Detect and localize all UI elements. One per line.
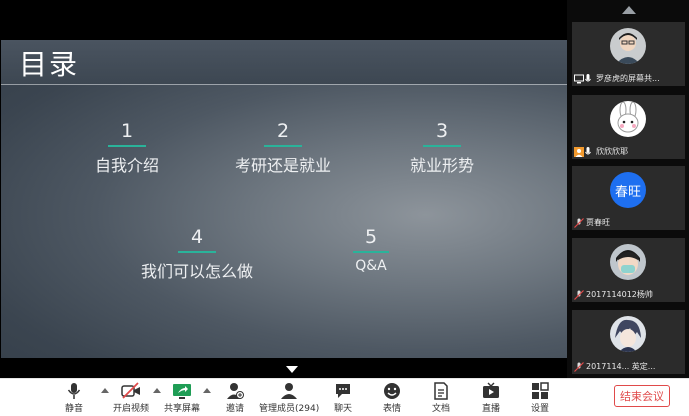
slide-header: 目录 — [1, 40, 567, 84]
add-user-icon — [227, 383, 244, 399]
microphone-icon — [585, 74, 591, 82]
toc-label: 考研还是就业 — [234, 156, 331, 175]
participant-name: 2017114012杨帅 — [586, 290, 653, 299]
toc-underline — [264, 145, 302, 147]
photo-avatar — [610, 28, 646, 64]
toc-label: Q&A — [355, 258, 387, 274]
participant-tile[interactable]: 春旺 贾春旺 — [572, 166, 685, 230]
live-stream-button[interactable]: 直播 — [478, 382, 504, 414]
mask-avatar — [610, 244, 646, 280]
share-screen-icon — [173, 384, 191, 399]
presentation-slide: 目录 1 自我介绍 2 考研还是就业 3 就业形势 4 我们可以怎么做 5 Q&… — [1, 40, 567, 358]
anime-avatar — [610, 316, 646, 352]
toc-number: 1 — [120, 120, 134, 142]
toc-item-3: 3 就业形势 — [406, 120, 478, 176]
slide-title: 目录 — [19, 48, 80, 81]
document-icon — [434, 382, 448, 400]
chat-button[interactable]: 聊天 — [330, 382, 356, 414]
share-options-caret[interactable] — [203, 388, 211, 393]
live-stream-icon — [483, 382, 499, 398]
shared-screen-area: 目录 1 自我介绍 2 考研还是就业 3 就业形势 4 我们可以怎么做 5 Q&… — [0, 0, 567, 378]
participant-tile[interactable]: 2017114012杨帅 — [572, 238, 685, 302]
toc-number: 4 — [190, 226, 204, 248]
participant-panel: 罗彦虎的屏幕共... 欣欣欣耶 春旺 贾春旺 2017114012杨帅 2017… — [567, 0, 689, 378]
video-options-caret[interactable] — [153, 388, 161, 393]
toc-number: 5 — [364, 226, 378, 248]
emoji-button[interactable]: 表情 — [379, 382, 405, 414]
meeting-toolbar: 静音 开启视频 共享屏幕 邀请 管理成员(294) 聊天 表情 文档 直播 设置… — [0, 378, 689, 416]
muted-microphone-icon — [574, 218, 584, 228]
settings-button[interactable]: 设置 — [527, 382, 553, 414]
microphone-icon — [67, 383, 81, 399]
end-meeting-button[interactable]: 结束会议 — [614, 385, 670, 407]
rabbit-avatar — [610, 101, 646, 137]
muted-microphone-icon — [574, 290, 584, 300]
toc-item-5: 5 Q&A — [347, 226, 395, 274]
toc-underline — [423, 145, 461, 147]
smiley-icon — [384, 383, 400, 399]
mute-options-caret[interactable] — [101, 388, 109, 393]
participant-tile[interactable]: 2017114... 英定... — [572, 310, 685, 374]
text-avatar: 春旺 — [610, 172, 646, 208]
video-off-icon — [121, 382, 140, 399]
share-screen-button[interactable]: 共享屏幕 — [163, 382, 201, 414]
mute-button[interactable]: 静音 — [60, 382, 88, 414]
members-icon — [281, 383, 297, 399]
toc-underline — [178, 251, 216, 253]
manage-members-button[interactable]: 管理成员(294) — [259, 382, 319, 414]
toc-label: 我们可以怎么做 — [140, 262, 253, 281]
participant-name: 贾春旺 — [586, 218, 610, 227]
toc-label: 自我介绍 — [95, 156, 160, 175]
participant-name: 欣欣欣耶 — [596, 147, 628, 156]
toc-underline — [353, 251, 389, 253]
participant-name: 罗彦虎的屏幕共... — [596, 74, 660, 83]
muted-microphone-icon — [574, 362, 584, 372]
participant-name: 2017114... 英定... — [586, 362, 656, 371]
start-video-button[interactable]: 开启视频 — [112, 382, 150, 414]
host-icon — [574, 147, 584, 157]
toc-label: 就业形势 — [409, 156, 474, 175]
settings-grid-icon — [532, 382, 549, 399]
microphone-icon — [585, 147, 591, 155]
invite-button[interactable]: 邀请 — [222, 382, 248, 414]
scroll-up-icon[interactable] — [622, 6, 636, 14]
toc-item-2: 2 考研还是就业 — [233, 120, 333, 176]
documents-button[interactable]: 文档 — [428, 382, 454, 414]
participant-tile[interactable]: 罗彦虎的屏幕共... — [572, 22, 685, 86]
chat-icon — [336, 384, 350, 398]
screen-share-icon — [574, 74, 584, 84]
toc-number: 2 — [276, 120, 290, 142]
toc-item-1: 1 自我介绍 — [95, 120, 159, 176]
toolbar-collapse-notch[interactable] — [286, 366, 298, 373]
toc-item-4: 4 我们可以怎么做 — [137, 226, 257, 282]
participant-tile[interactable]: 欣欣欣耶 — [572, 95, 685, 159]
toc-underline — [108, 145, 146, 147]
toc-number: 3 — [435, 120, 449, 142]
slide-divider — [1, 84, 567, 85]
